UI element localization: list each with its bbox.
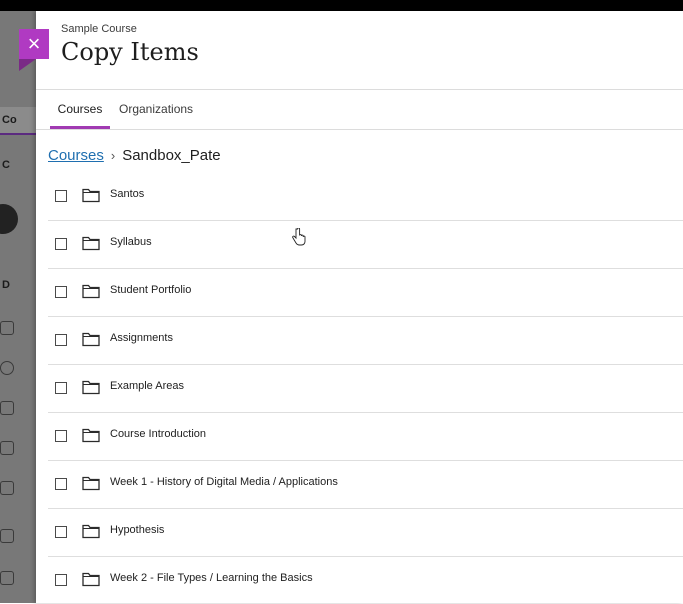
list-item: Assignments — [48, 317, 683, 365]
folder-icon — [82, 572, 100, 587]
tab-bar: Courses Organizations — [36, 89, 683, 130]
item-checkbox[interactable] — [55, 334, 67, 346]
background-icon — [0, 321, 14, 335]
item-label[interactable]: Student Portfolio — [110, 284, 191, 296]
background-icon — [0, 571, 14, 585]
breadcrumb: Courses › Sandbox_Pate — [48, 147, 221, 164]
item-label[interactable]: Hypothesis — [110, 524, 164, 536]
item-label[interactable]: Syllabus — [110, 236, 152, 248]
folder-icon — [82, 380, 100, 395]
list-item: Example Areas — [48, 365, 683, 413]
background-icon — [0, 481, 14, 495]
close-icon: × — [27, 31, 41, 56]
page-title: Copy Items — [61, 38, 199, 66]
folder-icon — [82, 476, 100, 491]
background-icon — [0, 529, 14, 543]
item-checkbox[interactable] — [55, 382, 67, 394]
folder-icon — [82, 284, 100, 299]
item-checkbox[interactable] — [55, 478, 67, 490]
list-item: Student Portfolio — [48, 269, 683, 317]
background-tab: Co — [0, 107, 36, 135]
item-checkbox[interactable] — [55, 526, 67, 538]
list-item: Syllabus — [48, 221, 683, 269]
list-item: Week 1 - History of Digital Media / Appl… — [48, 461, 683, 509]
background-page: Co C D — [0, 11, 36, 603]
item-label[interactable]: Example Areas — [110, 380, 184, 392]
list-item: Week 2 - File Types / Learning the Basic… — [48, 557, 683, 604]
item-checkbox[interactable] — [55, 190, 67, 202]
folder-icon — [82, 428, 100, 443]
course-subtitle: Sample Course — [61, 23, 137, 35]
item-checkbox[interactable] — [55, 286, 67, 298]
content-list: Santos Syllabus Student Portfolio Assignmen… — [48, 173, 683, 604]
breadcrumb-separator: › — [110, 148, 116, 163]
item-checkbox[interactable] — [55, 430, 67, 442]
item-label[interactable]: Santos — [110, 188, 144, 200]
tab-courses[interactable]: Courses — [50, 90, 110, 129]
close-button-tail — [19, 59, 36, 71]
folder-icon — [82, 188, 100, 203]
breadcrumb-current: Sandbox_Pate — [122, 147, 221, 164]
breadcrumb-courses-link[interactable]: Courses — [48, 147, 104, 164]
background-letter-d: D — [2, 279, 10, 291]
item-checkbox[interactable] — [55, 574, 67, 586]
close-button[interactable]: × — [19, 29, 49, 59]
background-icon — [0, 361, 14, 375]
list-item: Course Introduction — [48, 413, 683, 461]
copy-items-panel: Sample Course Copy Items Courses Organiz… — [36, 11, 683, 603]
item-label[interactable]: Assignments — [110, 332, 173, 344]
item-label[interactable]: Course Introduction — [110, 428, 206, 440]
item-label[interactable]: Week 2 - File Types / Learning the Basic… — [110, 572, 313, 584]
panel-header: Sample Course Copy Items — [61, 23, 199, 66]
background-tab-label: Co — [2, 114, 17, 126]
background-icon — [0, 401, 14, 415]
hand-cursor-icon — [292, 228, 306, 246]
folder-icon — [82, 332, 100, 347]
background-letter-c: C — [2, 159, 10, 171]
item-label[interactable]: Week 1 - History of Digital Media / Appl… — [110, 476, 338, 488]
background-icon — [0, 441, 14, 455]
item-checkbox[interactable] — [55, 238, 67, 250]
list-item: Santos — [48, 173, 683, 221]
top-bar — [0, 0, 683, 11]
folder-icon — [82, 236, 100, 251]
background-avatar — [0, 204, 18, 234]
tab-organizations[interactable]: Organizations — [119, 90, 193, 129]
list-item: Hypothesis — [48, 509, 683, 557]
folder-icon — [82, 524, 100, 539]
